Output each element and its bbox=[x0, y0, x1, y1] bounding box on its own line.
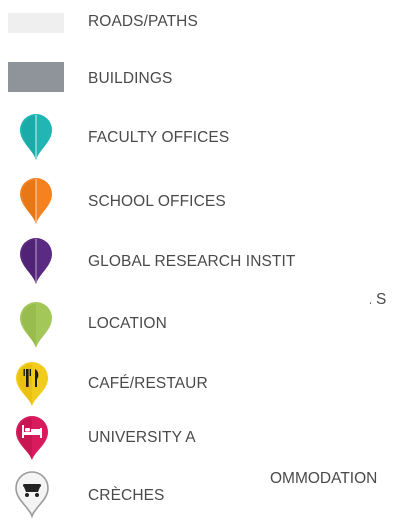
teal-map-pin-icon bbox=[0, 112, 66, 162]
map-legend: ROADS/PATHS BUILDINGS FACULTY OFFICES SC… bbox=[0, 0, 406, 521]
legend-label-creches: CRÈCHES bbox=[88, 487, 165, 504]
legend-row-accommodation: UNIVERSITY A bbox=[0, 414, 406, 464]
legend-row-cafe: CAFÉ/RESTAUR bbox=[0, 360, 406, 410]
legend-label-faculty: FACULTY OFFICES bbox=[88, 129, 230, 146]
legend-row-global: GLOBAL RESEARCH INSTIT bbox=[0, 236, 406, 286]
legend-label-school: SCHOOL OFFICES bbox=[88, 193, 226, 210]
purple-map-pin-icon bbox=[0, 236, 66, 286]
pram-pin-icon bbox=[0, 470, 66, 520]
legend-label-location: LOCATION bbox=[88, 315, 167, 332]
roads-swatch-icon bbox=[0, 0, 66, 50]
fork-knife-pin-icon bbox=[0, 360, 66, 410]
legend-label-buildings: BUILDINGS bbox=[88, 70, 173, 87]
legend-row-faculty: FACULTY OFFICES bbox=[0, 112, 406, 162]
legend-label-cafe: CAFÉ/RESTAUR bbox=[88, 375, 208, 392]
legend-label-roads: ROADS/PATHS bbox=[88, 13, 198, 30]
legend-row-buildings: BUILDINGS bbox=[0, 57, 406, 107]
legend-row-creches: CRÈCHES bbox=[0, 470, 406, 520]
legend-label-global: GLOBAL RESEARCH INSTIT bbox=[88, 253, 296, 270]
green-map-pin-icon bbox=[0, 300, 66, 350]
legend-row-location: LOCATION bbox=[0, 300, 406, 350]
buildings-swatch-icon bbox=[0, 57, 66, 107]
legend-row-school: SCHOOL OFFICES bbox=[0, 176, 406, 226]
bed-pin-icon bbox=[0, 414, 66, 464]
legend-row-roads: ROADS/PATHS bbox=[0, 0, 406, 50]
orange-map-pin-icon bbox=[0, 176, 66, 226]
legend-label-accommodation: UNIVERSITY A bbox=[88, 429, 196, 446]
